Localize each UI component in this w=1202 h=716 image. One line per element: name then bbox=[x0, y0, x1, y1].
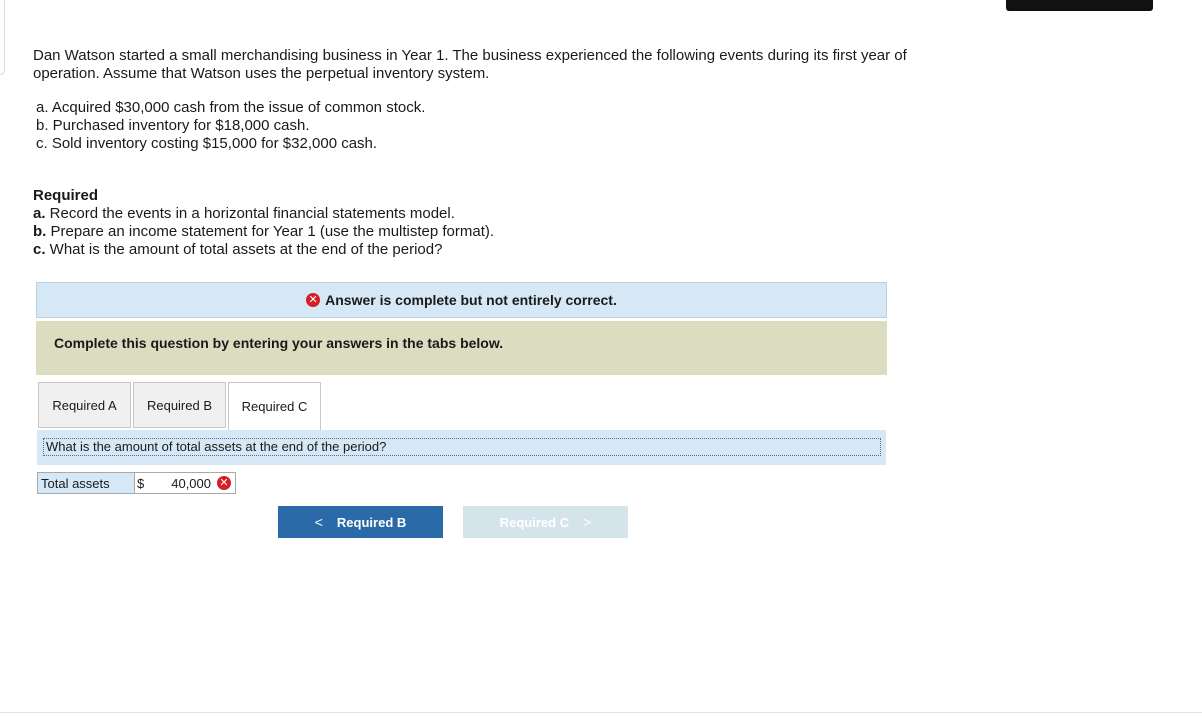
prev-required-b-button[interactable]: < Required B bbox=[278, 506, 443, 538]
required-item-letter: b. bbox=[33, 223, 47, 240]
answer-status-text: Answer is complete but not entirely corr… bbox=[325, 292, 617, 308]
problem-intro: Dan Watson started a small merchandising… bbox=[33, 47, 907, 82]
next-required-c-button[interactable]: Required C > bbox=[463, 506, 628, 538]
answer-status-banner: ✕ Answer is complete but not entirely co… bbox=[36, 282, 887, 318]
event-item-b: b. Purchased inventory for $18,000 cash. bbox=[36, 117, 310, 134]
prev-button-label: Required B bbox=[336, 514, 407, 530]
required-item-b: b. Prepare an income statement for Year … bbox=[33, 223, 494, 241]
left-edge-decoration bbox=[0, 0, 5, 75]
required-item-text: What is the amount of total assets at th… bbox=[45, 241, 443, 258]
instruction-text: Complete this question by entering your … bbox=[54, 335, 504, 351]
x-circle-icon: ✕ bbox=[217, 476, 231, 490]
question-panel: What is the amount of total assets at th… bbox=[37, 430, 886, 465]
total-assets-label: Total assets bbox=[37, 472, 135, 494]
event-item-c: c. Sold inventory costing $15,000 for $3… bbox=[36, 135, 378, 152]
top-toolbar-bar bbox=[1006, 0, 1153, 11]
required-item-text: Prepare an income statement for Year 1 (… bbox=[46, 223, 495, 240]
event-list: a. Acquired $30,000 cash from the issue … bbox=[36, 99, 425, 153]
required-title: Required bbox=[33, 187, 99, 204]
tab-required-a[interactable]: Required A bbox=[38, 382, 131, 428]
instruction-box: Complete this question by entering your … bbox=[36, 321, 887, 375]
x-circle-icon: ✕ bbox=[306, 293, 321, 307]
chevron-left-icon: < bbox=[314, 514, 323, 530]
required-item-a: a. Record the events in a horizontal fin… bbox=[33, 205, 494, 223]
problem-statement: Dan Watson started a small merchandising… bbox=[33, 47, 963, 83]
required-item-letter: a. bbox=[33, 205, 46, 222]
bottom-divider bbox=[0, 712, 1202, 713]
required-item-letter: c. bbox=[33, 241, 46, 258]
tab-required-b[interactable]: Required B bbox=[133, 382, 226, 428]
chevron-right-icon: > bbox=[583, 514, 592, 530]
required-item-text: Record the events in a horizontal financ… bbox=[45, 205, 455, 222]
required-item-c: c. What is the amount of total assets at… bbox=[33, 241, 494, 259]
event-item-a: a. Acquired $30,000 cash from the issue … bbox=[36, 99, 426, 116]
question-text: What is the amount of total assets at th… bbox=[43, 438, 881, 456]
currency-symbol: $ bbox=[137, 476, 145, 491]
required-section: Required a. Record the events in a horiz… bbox=[33, 187, 494, 259]
next-button-label: Required C bbox=[499, 514, 570, 530]
total-assets-value: 40,000 bbox=[171, 476, 211, 491]
tab-required-c[interactable]: Required C bbox=[228, 382, 321, 430]
total-assets-input[interactable]: $ 40,000 ✕ bbox=[135, 472, 236, 494]
